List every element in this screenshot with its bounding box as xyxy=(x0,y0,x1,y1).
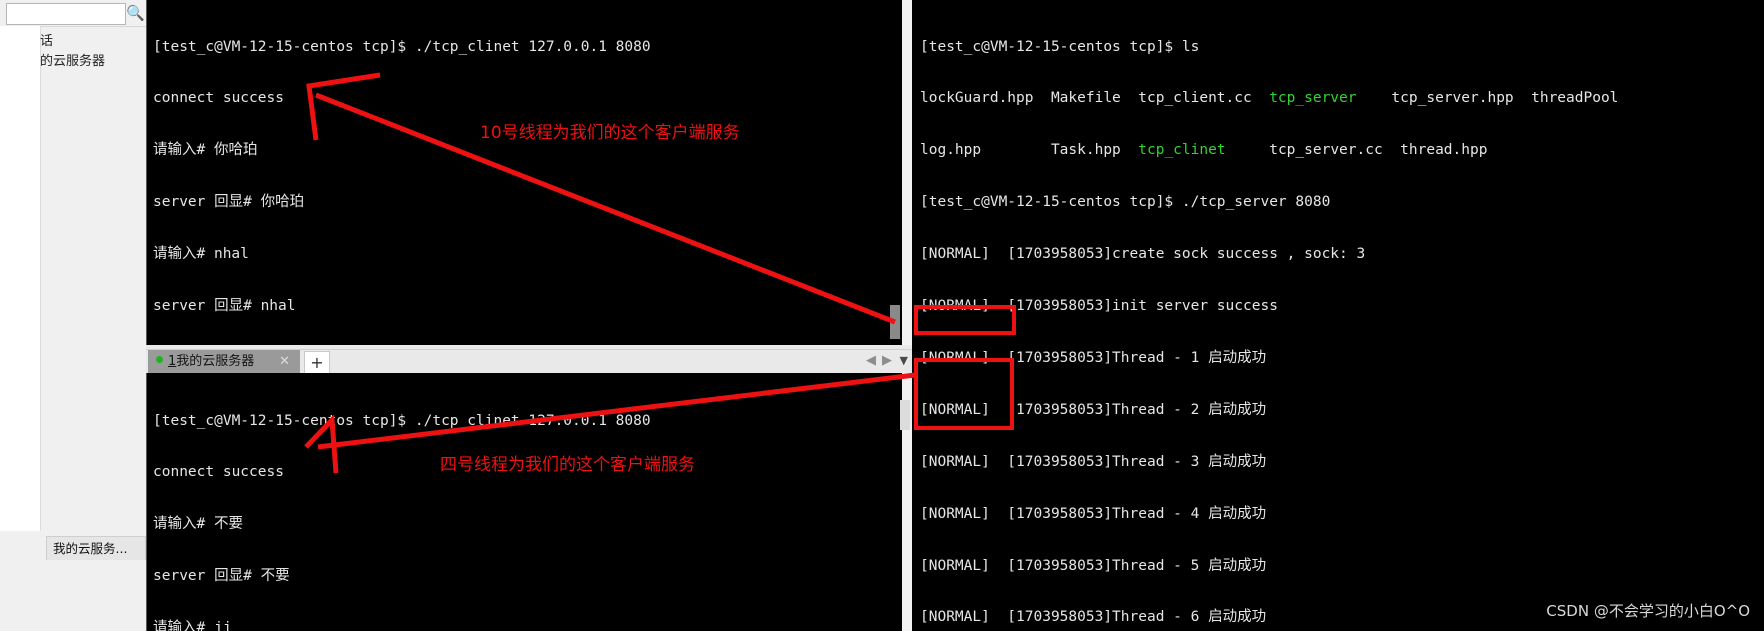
ls-plain: log.hpp Task.hpp xyxy=(920,142,1139,159)
ls-plain: tcp_server.cc thread.hpp xyxy=(1225,142,1488,159)
tab-label: 我的云服务器 xyxy=(176,354,255,369)
terminal-top-left[interactable]: [test_c@VM-12-15-centos tcp]$ ./tcp_clin… xyxy=(146,0,906,345)
terminal-line: [test_c@VM-12-15-centos tcp]$ ./tcp_clin… xyxy=(153,38,651,55)
tab-status-dot-icon xyxy=(156,356,163,363)
search-icon[interactable]: 🔍 xyxy=(126,5,145,21)
sidebar-label-2: 的云服务器 xyxy=(40,54,106,69)
terminal-line: [test_c@VM-12-15-centos tcp]$ ls xyxy=(920,38,1200,55)
annotation-label-thread-4: 四号线程为我们的这个客户端服务 xyxy=(440,455,695,475)
left-sidebar-panel: 🔍 话 的云服务器 我的云服务... xyxy=(0,0,146,631)
ls-plain: lockGuard.hpp Makefile tcp_client.cc xyxy=(920,90,1270,107)
terminal-line: server 回显# 你哈珀 xyxy=(153,194,305,211)
tab-my-cloud-server[interactable]: 1我的云服务器 ✕ xyxy=(148,350,300,374)
terminal-line: server 回显# 不要 xyxy=(153,568,290,585)
sidebar-bottom-tab[interactable]: 我的云服务... xyxy=(46,536,146,560)
terminal-log-line: [NORMAL] [1703958053]Thread - 1 启动成功 xyxy=(920,349,1267,366)
terminal-log-line: [NORMAL] [1703958053]Thread - 3 启动成功 xyxy=(920,453,1267,470)
terminal-log-line: [NORMAL] [1703958053]create sock success… xyxy=(920,246,1366,263)
terminal-ls-row: lockGuard.hpp Makefile tcp_client.cc tcp… xyxy=(920,90,1764,107)
close-icon[interactable]: ✕ xyxy=(279,350,290,374)
tab-scroll-arrows[interactable]: ◀▶ xyxy=(866,353,898,368)
terminal-line: 请输入# jj xyxy=(153,620,232,631)
terminal-log-line: [NORMAL] [1703958053]Thread - 5 启动成功 xyxy=(920,557,1267,574)
ls-plain: tcp_server.hpp threadPool xyxy=(1356,90,1619,107)
ls-executable: tcp_server xyxy=(1269,90,1357,107)
terminal-line: 请输入# 不要 xyxy=(153,516,243,533)
terminal-bottom-left[interactable]: [test_c@VM-12-15-centos tcp]$ ./tcp_clin… xyxy=(146,373,906,631)
terminal-log-line: [NORMAL] [1703958053]Thread - 4 启动成功 xyxy=(920,505,1267,522)
bottom-left-tabbar: 1我的云服务器 ✕ + ◀▶ ▼ xyxy=(146,349,912,376)
sidebar-label-1: 话 xyxy=(40,34,54,49)
top-left-scrollbar-track[interactable] xyxy=(888,4,902,345)
terminal-line: [test_c@VM-12-15-centos tcp]$ ./tcp_clin… xyxy=(153,412,651,429)
ls-executable: tcp_clinet xyxy=(1138,142,1226,159)
terminal-line: 请输入# 你哈珀 xyxy=(153,142,258,159)
terminal-ls-row: log.hpp Task.hpp tcp_clinet tcp_server.c… xyxy=(920,142,1764,159)
watermark: CSDN @不会学习的小白O^O xyxy=(1546,602,1750,620)
terminal-right[interactable]: [test_c@VM-12-15-centos tcp]$ ls lockGua… xyxy=(912,0,1764,631)
terminal-line: connect success xyxy=(153,90,284,107)
terminal-line: server 回显# nhal xyxy=(153,298,296,315)
terminal-log-line: [NORMAL] [1703958053]init server success xyxy=(920,298,1278,315)
sidebar-toolbar: 🔍 xyxy=(0,0,146,27)
search-input[interactable] xyxy=(6,3,126,25)
annotation-label-thread-10: 10号线程为我们的这个客户端服务 xyxy=(480,123,740,143)
bottom-left-scrollbar-thumb[interactable] xyxy=(900,400,910,430)
chevron-down-icon[interactable]: ▼ xyxy=(900,354,908,367)
terminal-line: [test_c@VM-12-15-centos tcp]$ ./tcp_serv… xyxy=(920,194,1331,211)
top-left-scrollbar-thumb[interactable] xyxy=(890,305,900,339)
terminal-line: 请输入# nhal xyxy=(153,246,249,263)
terminal-log-line: [NORMAL] [1703958053]Thread - 2 启动成功 xyxy=(920,401,1267,418)
sidebar-session-list[interactable] xyxy=(0,26,41,531)
